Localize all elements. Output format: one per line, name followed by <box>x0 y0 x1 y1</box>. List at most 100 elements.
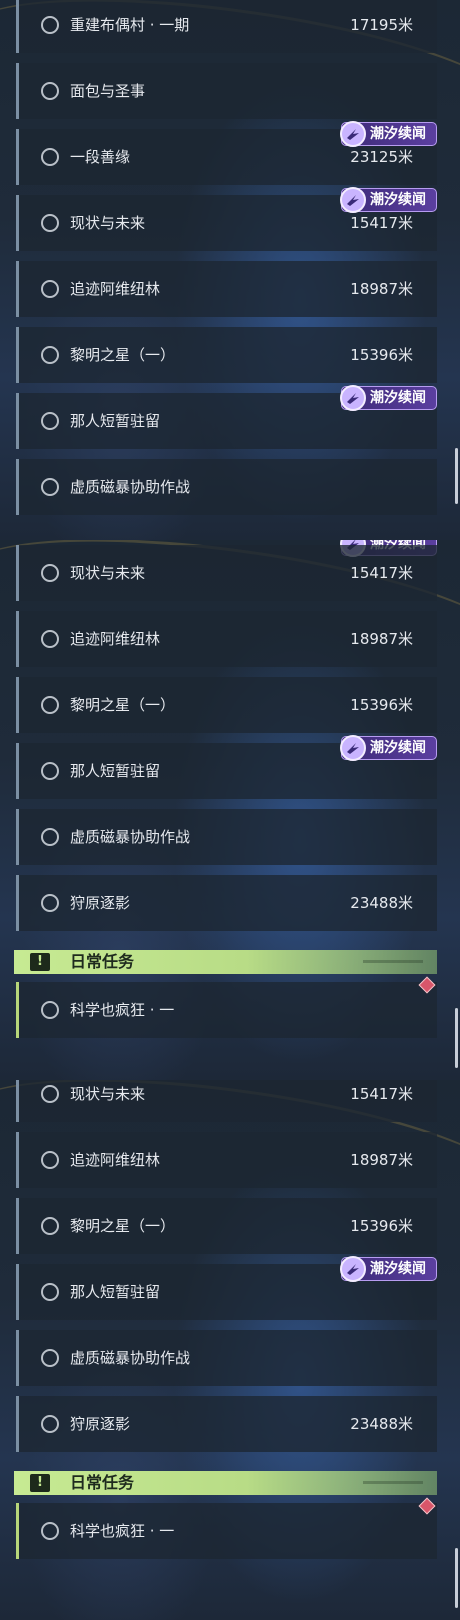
daily-quest-row[interactable]: 科学也疯狂 · 一 <box>16 982 437 1038</box>
quest-name: 狩原逐影 <box>70 1415 131 1433</box>
quest-name: 那人短暂驻留 <box>70 1283 161 1301</box>
quest-row[interactable]: 虚质磁暴协助作战 <box>16 809 437 865</box>
circle-outline-icon <box>41 828 59 846</box>
circle-outline-icon <box>41 762 59 780</box>
quest-row[interactable]: 狩原逐影 23488米 <box>16 875 437 931</box>
quest-name: 现状与未来 <box>70 1085 146 1103</box>
circle-outline-icon <box>41 696 59 714</box>
circle-outline-icon <box>41 1085 59 1103</box>
quest-row[interactable]: 面包与圣事 <box>16 63 437 119</box>
quest-name: 科学也疯狂 · 一 <box>70 1001 175 1019</box>
quest-row[interactable]: 现状与未来 15417米 <box>16 1080 437 1122</box>
daily-quest-row[interactable]: 科学也疯狂 · 一 <box>16 1503 437 1559</box>
circle-outline-icon <box>41 82 59 100</box>
section-title: 日常任务 <box>70 1473 135 1492</box>
quest-name: 黎明之星（一） <box>70 1217 176 1235</box>
quest-name: 虚质磁暴协助作战 <box>70 828 191 846</box>
circle-outline-icon <box>41 630 59 648</box>
circle-outline-icon <box>41 894 59 912</box>
quest-name: 科学也疯狂 · 一 <box>70 1522 175 1540</box>
tide-story-badge-icon <box>340 187 366 213</box>
scrollbar-thumb[interactable] <box>455 1548 458 1608</box>
tide-story-tag: 潮汐续闻 <box>340 385 437 411</box>
exclamation-icon: ! <box>30 953 50 971</box>
tag-label: 潮汐续闻 <box>370 390 426 406</box>
circle-outline-icon <box>41 478 59 496</box>
circle-outline-icon <box>41 1283 59 1301</box>
circle-outline-icon <box>41 1522 59 1540</box>
tide-story-badge-icon <box>340 121 366 147</box>
quest-name: 追迹阿维纽林 <box>70 630 161 648</box>
quest-row[interactable]: 狩原逐影 23488米 <box>16 1396 437 1452</box>
circle-outline-icon <box>41 1151 59 1169</box>
tide-story-badge-icon <box>340 1256 366 1282</box>
quest-row[interactable]: 黎明之星（一） 15396米 <box>16 1198 437 1254</box>
quest-name: 面包与圣事 <box>70 82 146 100</box>
tide-story-badge-icon <box>340 385 366 411</box>
circle-outline-icon <box>41 280 59 298</box>
circle-outline-icon <box>41 564 59 582</box>
quest-distance: 17195米 <box>350 16 413 34</box>
header-decoration <box>363 960 423 963</box>
tag-label: 潮汐续闻 <box>370 192 426 208</box>
quest-distance: 15396米 <box>350 696 413 714</box>
quest-name: 那人短暂驻留 <box>70 412 161 430</box>
quest-distance: 18987米 <box>350 1151 413 1169</box>
circle-outline-icon <box>41 1001 59 1019</box>
circle-outline-icon <box>41 346 59 364</box>
quest-name: 追迹阿维纽林 <box>70 1151 161 1169</box>
tide-story-tag: 潮汐续闻 <box>340 735 437 761</box>
quest-row[interactable]: 黎明之星（一） 15396米 <box>16 677 437 733</box>
quest-distance: 23488米 <box>350 894 413 912</box>
quest-name: 现状与未来 <box>70 564 146 582</box>
header-decoration <box>363 1481 423 1484</box>
section-title: 日常任务 <box>70 952 135 971</box>
scrollbar-thumb[interactable] <box>455 1008 458 1068</box>
circle-outline-icon <box>41 214 59 232</box>
tide-story-tag: 潮汐续闻 <box>340 121 437 147</box>
quest-name: 一段善缘 <box>70 148 131 166</box>
quest-row[interactable]: 重建布偶村 · 一期 17195米 <box>16 0 437 53</box>
circle-outline-icon <box>41 16 59 34</box>
quest-list-panel-2: 潮汐续闻 现状与未来 15417米 追迹阿维纽林 18987米 黎明之星（一） … <box>0 540 460 1080</box>
tide-story-tag: 潮汐续闻 <box>340 1256 437 1282</box>
quest-row[interactable]: 追迹阿维纽林 18987米 <box>16 611 437 667</box>
quest-row[interactable]: 追迹阿维纽林 18987米 <box>16 261 437 317</box>
scrollbar-thumb[interactable] <box>455 448 458 504</box>
quest-row[interactable]: 现状与未来 15417米 <box>16 545 437 601</box>
daily-quests-header[interactable]: ! 日常任务 <box>14 950 437 974</box>
quest-name: 黎明之星（一） <box>70 346 176 364</box>
quest-distance: 18987米 <box>350 280 413 298</box>
quest-name: 重建布偶村 · 一期 <box>70 16 190 34</box>
quest-distance: 23488米 <box>350 1415 413 1433</box>
quest-row[interactable]: 虚质磁暴协助作战 <box>16 459 437 515</box>
quest-name: 黎明之星（一） <box>70 696 176 714</box>
quest-name: 现状与未来 <box>70 214 146 232</box>
quest-name: 狩原逐影 <box>70 894 131 912</box>
quest-name: 虚质磁暴协助作战 <box>70 478 191 496</box>
quest-name: 追迹阿维纽林 <box>70 280 161 298</box>
quest-distance: 15417米 <box>350 1085 413 1103</box>
quest-distance: 15396米 <box>350 346 413 364</box>
circle-outline-icon <box>41 1415 59 1433</box>
tide-story-badge-icon <box>340 735 366 761</box>
tag-label: 潮汐续闻 <box>370 740 426 756</box>
tag-label: 潮汐续闻 <box>370 126 426 142</box>
quest-list-panel-3: 现状与未来 15417米 追迹阿维纽林 18987米 黎明之星（一） 15396… <box>0 1080 460 1620</box>
exclamation-icon: ! <box>30 1474 50 1492</box>
tag-label: 潮汐续闻 <box>370 1261 426 1277</box>
quest-name: 虚质磁暴协助作战 <box>70 1349 191 1367</box>
quest-row[interactable]: 追迹阿维纽林 18987米 <box>16 1132 437 1188</box>
circle-outline-icon <box>41 1217 59 1235</box>
circle-outline-icon <box>41 1349 59 1367</box>
daily-quests-header[interactable]: ! 日常任务 <box>14 1471 437 1495</box>
quest-row[interactable]: 黎明之星（一） 15396米 <box>16 327 437 383</box>
quest-distance: 15396米 <box>350 1217 413 1235</box>
quest-name: 那人短暂驻留 <box>70 762 161 780</box>
circle-outline-icon <box>41 148 59 166</box>
quest-list-panel-1: 重建布偶村 · 一期 17195米 面包与圣事 一段善缘 23125米 现状与未… <box>0 0 460 540</box>
circle-outline-icon <box>41 412 59 430</box>
quest-distance: 15417米 <box>350 564 413 582</box>
quest-distance: 18987米 <box>350 630 413 648</box>
quest-row[interactable]: 虚质磁暴协助作战 <box>16 1330 437 1386</box>
